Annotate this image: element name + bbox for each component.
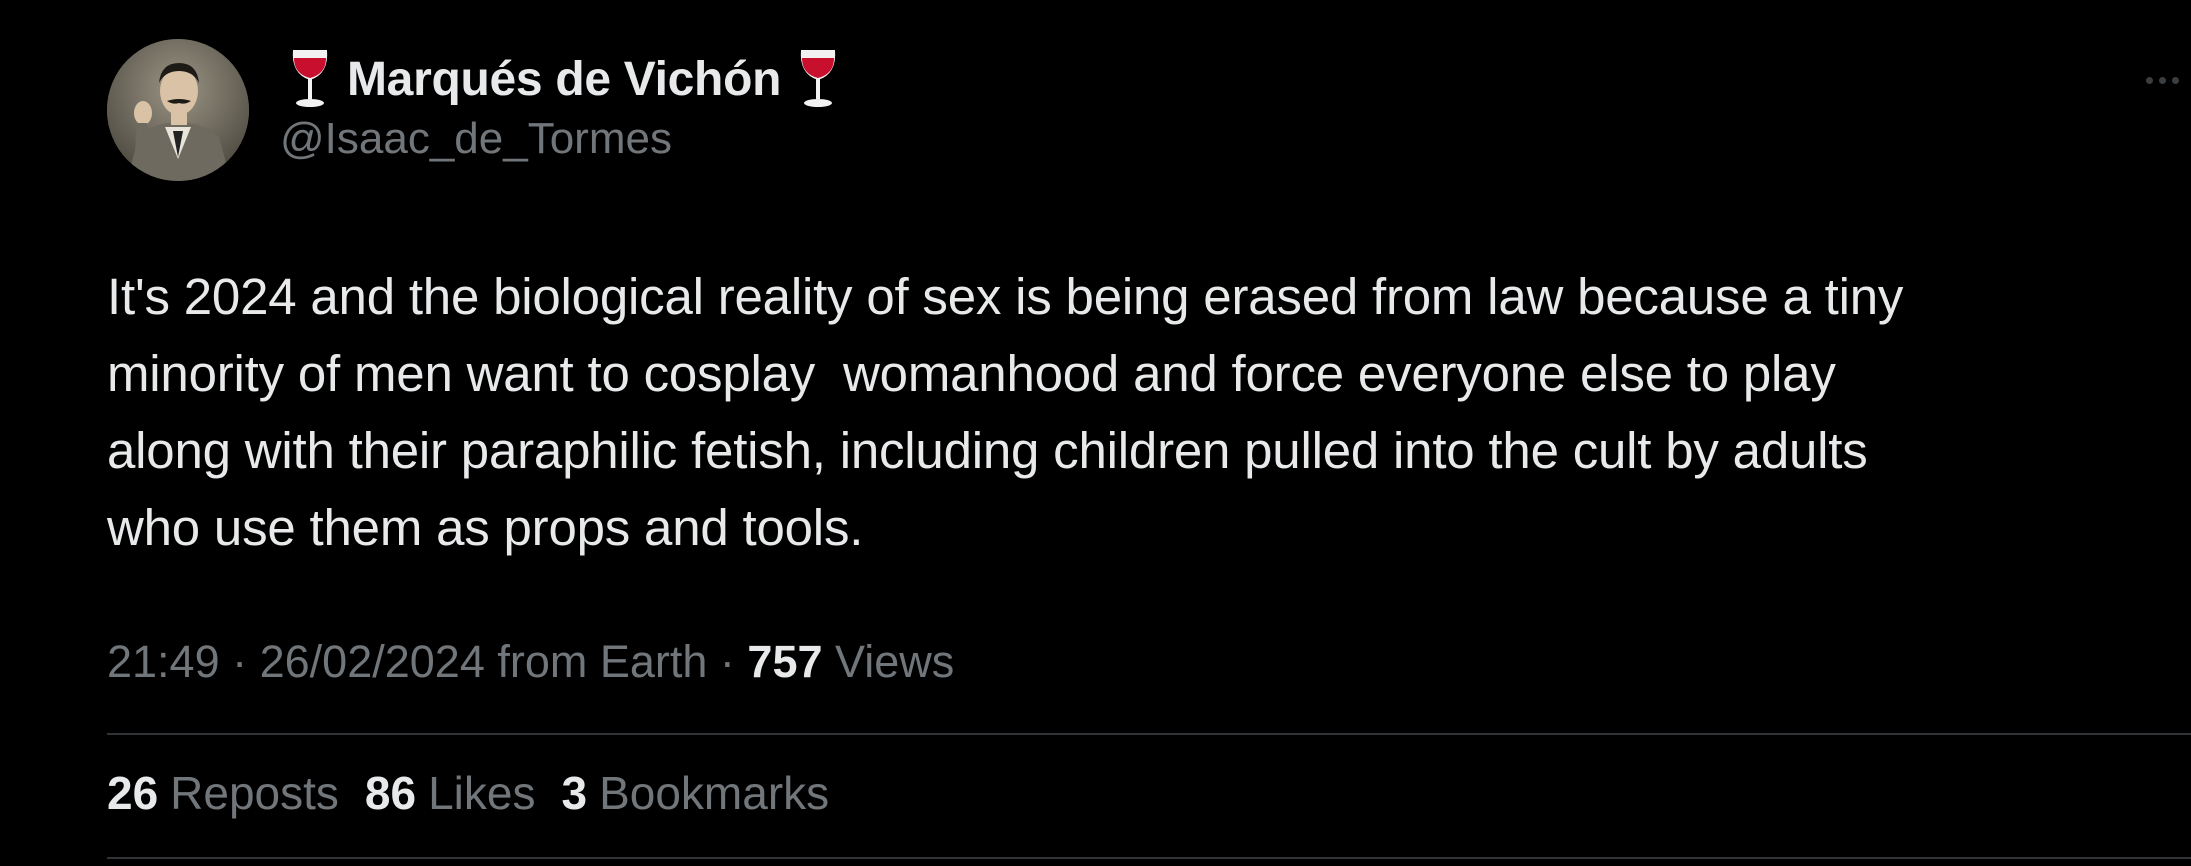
tweet-source: from Earth	[484, 636, 708, 687]
wine-glass-icon	[292, 50, 328, 107]
reposts-stat[interactable]: 26 Reposts	[107, 766, 339, 820]
divider	[107, 857, 2191, 859]
engagement-stats: 26 Reposts 86 Likes 3 Bookmarks	[107, 766, 829, 820]
tweet-text: It's 2024 and the biological reality of …	[107, 268, 1904, 556]
author-handle[interactable]: @Isaac_de_Tormes	[280, 114, 672, 164]
more-options-icon[interactable]	[2146, 70, 2188, 90]
bookmarks-count: 3	[561, 767, 588, 819]
more-dot	[2146, 76, 2153, 84]
bookmarks-stat[interactable]: 3 Bookmarks	[561, 766, 829, 820]
reposts-label: Reposts	[170, 767, 339, 819]
tweet-meta: 21:49 · 26/02/2024 from Earth · 757 View…	[107, 636, 954, 688]
views-label[interactable]: Views	[823, 636, 954, 687]
tweet-time[interactable]: 21:49	[107, 636, 220, 687]
bookmarks-label: Bookmarks	[599, 767, 830, 819]
meta-separator: ·	[219, 636, 260, 687]
avatar[interactable]	[107, 39, 249, 181]
tweet-date[interactable]: 26/02/2024	[260, 636, 485, 687]
meta-separator: ·	[707, 636, 748, 687]
more-dot	[2159, 76, 2166, 84]
likes-label: Likes	[428, 767, 536, 819]
likes-count: 86	[364, 767, 417, 819]
divider	[107, 733, 2191, 735]
wine-glass-icon	[800, 50, 836, 107]
tweet-detail: Marqués de Vichón @Isaac_de_Tormes It's …	[0, 0, 2191, 866]
author-display-name[interactable]: Marqués de Vichón	[347, 52, 781, 107]
reposts-count: 26	[107, 767, 159, 819]
likes-stat[interactable]: 86 Likes	[365, 766, 536, 820]
portrait-avatar-image	[107, 39, 249, 181]
author-name-row[interactable]: Marqués de Vichón	[287, 48, 841, 110]
more-dot	[2172, 76, 2179, 84]
views-count[interactable]: 757	[747, 636, 822, 687]
